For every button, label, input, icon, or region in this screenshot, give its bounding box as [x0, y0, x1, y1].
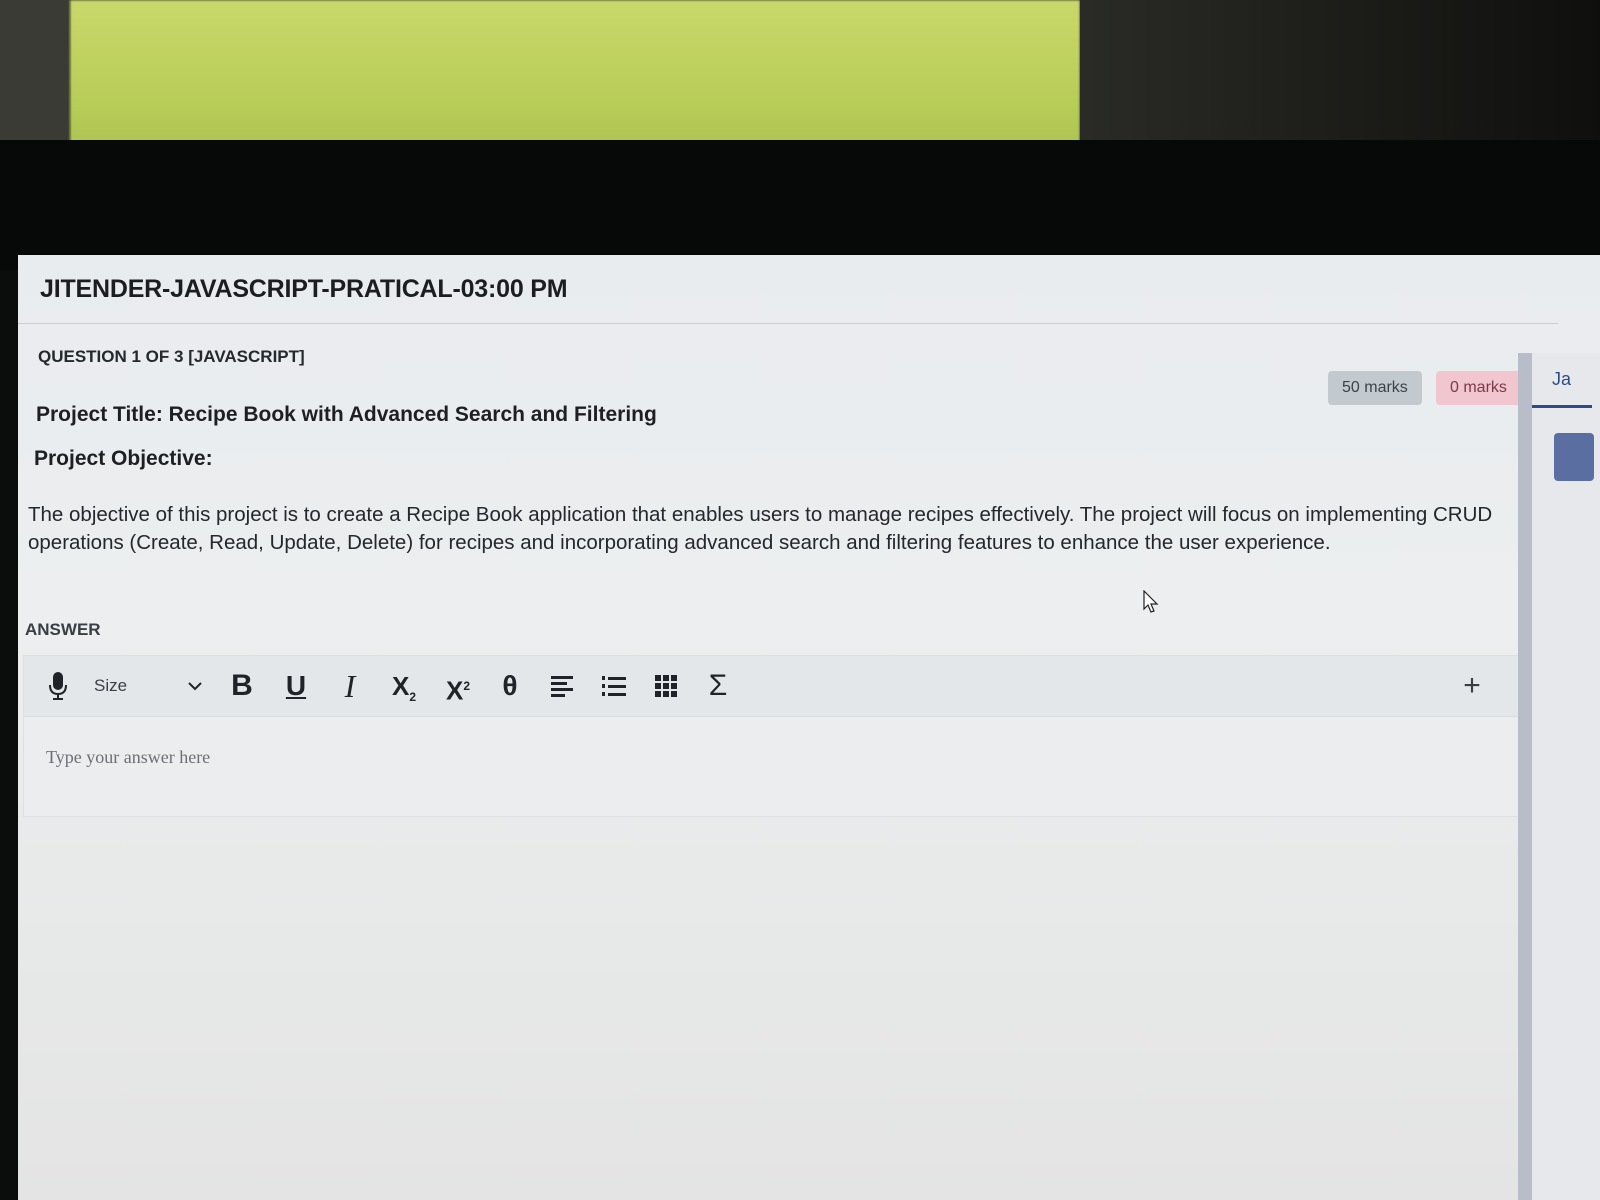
side-panel-tab[interactable]: Ja — [1552, 369, 1571, 390]
align-button[interactable] — [544, 668, 580, 704]
bold-button[interactable]: B — [224, 668, 260, 704]
sigma-button[interactable]: Σ — [700, 668, 736, 704]
title-divider — [18, 323, 1558, 324]
answer-editor: Size B U I X2 X2 θ Σ + Type your answer … — [23, 655, 1535, 817]
answer-label: ANSWER — [25, 620, 101, 639]
underline-button[interactable]: U — [278, 668, 314, 704]
exam-title: JITENDER-JAVASCRIPT-PRATICAL-03:00 PM — [40, 275, 568, 303]
font-size-select[interactable]: Size — [94, 668, 204, 704]
mouse-cursor-icon — [1143, 590, 1159, 613]
plus-button[interactable]: + — [1454, 668, 1490, 704]
editor-toolbar: Size B U I X2 X2 θ Σ + — [24, 656, 1534, 717]
numbered-list-icon — [602, 676, 626, 696]
table-icon — [655, 675, 677, 697]
monitor-bezel — [0, 140, 1600, 270]
superscript-button[interactable]: X2 — [438, 668, 478, 706]
superscript-mark: 2 — [463, 679, 471, 693]
objective-text: The objective of this project is to crea… — [28, 503, 1493, 554]
superscript-x: X — [445, 675, 464, 706]
mic-icon — [49, 672, 67, 700]
subscript-button[interactable]: X2 — [384, 668, 424, 704]
chevron-down-icon — [186, 668, 204, 718]
side-panel-divider[interactable] — [1518, 353, 1532, 1200]
total-marks-badge: 50 marks — [1328, 371, 1422, 405]
side-panel-button[interactable] — [1554, 433, 1594, 481]
answer-input[interactable] — [44, 736, 1518, 778]
numbered-list-button[interactable] — [596, 668, 632, 704]
mic-button[interactable] — [44, 668, 72, 704]
subscript-mark: 2 — [409, 690, 417, 705]
project-title: Project Title: Recipe Book with Advanced… — [36, 403, 657, 426]
objective-heading: Project Objective: — [34, 447, 213, 470]
italic-button[interactable]: I — [332, 668, 368, 704]
scored-marks-badge: 0 marks — [1436, 371, 1521, 405]
exam-screen: JITENDER-JAVASCRIPT-PRATICAL-03:00 PM QU… — [18, 255, 1600, 1200]
side-panel-tab-underline — [1532, 405, 1592, 408]
theta-button[interactable]: θ — [492, 668, 528, 704]
side-panel: Ja — [1532, 353, 1600, 1200]
subscript-x: X — [391, 671, 410, 701]
question-label: QUESTION 1 OF 3 [JAVASCRIPT] — [38, 347, 305, 366]
align-left-icon — [551, 676, 573, 697]
font-size-label: Size — [94, 676, 128, 695]
table-button[interactable] — [648, 668, 684, 704]
